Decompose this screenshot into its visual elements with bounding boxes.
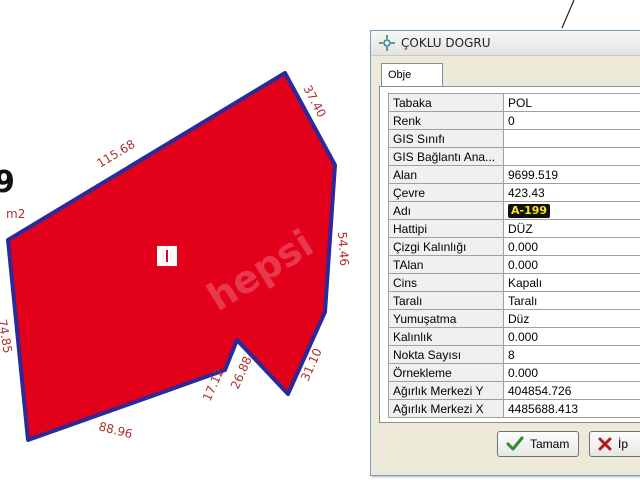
property-value[interactable] <box>503 147 640 166</box>
dialog-button-bar: Tamam İp <box>371 427 640 467</box>
dimension-54-46: 54.46 <box>335 231 351 266</box>
property-value[interactable]: 8 <box>503 345 640 364</box>
property-row[interactable]: Örnekleme 0.000 <box>388 363 640 382</box>
area-label-partial: 9 <box>0 165 15 200</box>
property-value[interactable]: Taralı <box>503 291 640 310</box>
property-key: GIS Sınıfı <box>388 129 504 148</box>
property-value[interactable]: 9699.519 <box>503 165 640 184</box>
property-key: Kalınlık <box>388 327 504 346</box>
dialog-title: ÇOKLU DOGRU <box>401 36 491 50</box>
property-row[interactable]: GIS Sınıfı <box>388 129 640 148</box>
property-value[interactable]: POL <box>503 93 640 112</box>
property-value[interactable]: DÜZ <box>503 219 640 238</box>
property-row[interactable]: Cins Kapalı <box>388 273 640 292</box>
property-key: Ağırlık Merkezi Y <box>388 381 504 400</box>
property-key: GIS Bağlantı Ana... <box>388 147 504 166</box>
polyline-tool-icon <box>379 35 395 51</box>
property-value[interactable]: Düz <box>503 309 640 328</box>
property-row[interactable]: Kalınlık 0.000 <box>388 327 640 346</box>
property-key: Alan <box>388 165 504 184</box>
property-row[interactable]: TAlan 0.000 <box>388 255 640 274</box>
property-row[interactable]: Tabaka POL <box>388 93 640 112</box>
tab-object-properties[interactable]: Obje Özellikleri <box>381 63 443 103</box>
property-row[interactable]: Hattipi DÜZ <box>388 219 640 238</box>
cancel-button-label: İp <box>618 437 629 451</box>
property-value[interactable]: 423.43 <box>503 183 640 202</box>
ok-button[interactable]: Tamam <box>497 431 579 457</box>
property-key: TAlan <box>388 255 504 274</box>
property-key: Yumuşatma <box>388 309 504 328</box>
property-row[interactable]: Ağırlık Merkezi Y 404854.726 <box>388 381 640 400</box>
close-x-icon <box>598 437 612 451</box>
property-value[interactable]: 0.000 <box>503 237 640 256</box>
property-value[interactable]: 4485688.413 <box>503 399 640 418</box>
property-value[interactable]: 404854.726 <box>503 381 640 400</box>
property-key: Cins <box>388 273 504 292</box>
property-value[interactable]: 0.000 <box>503 255 640 274</box>
property-key: Renk <box>388 111 504 130</box>
stray-line <box>561 0 575 29</box>
property-value[interactable]: 0.000 <box>503 363 640 382</box>
property-value[interactable] <box>503 129 640 148</box>
property-row[interactable]: Nokta Sayısı 8 <box>388 345 640 364</box>
parcel-name-badge: A-199 <box>508 204 551 218</box>
properties-panel: Tabaka POL Renk 0 GIS Sınıfı GIS Bağlantı Ana… <box>379 86 640 423</box>
ok-button-label: Tamam <box>530 437 570 451</box>
property-key: Adı <box>388 201 504 220</box>
property-value[interactable]: 0.000 <box>503 327 640 346</box>
property-row[interactable]: Adı A-199 <box>388 201 640 220</box>
multi-line-properties-dialog[interactable]: ÇOKLU DOGRU Obje Özellikleri TabakaPOLRe… <box>370 30 640 476</box>
property-key: Tabaka <box>388 93 504 112</box>
dimension-74-85: 74.85 <box>0 318 15 354</box>
property-key: Nokta Sayısı <box>388 345 504 364</box>
property-value[interactable]: 0 <box>503 111 640 130</box>
dimension-26-88: 26.88 <box>228 354 255 391</box>
property-value[interactable]: Kapalı <box>503 273 640 292</box>
property-key: Taralı <box>388 291 504 310</box>
property-row[interactable]: Renk 0 <box>388 111 640 130</box>
property-row[interactable]: Çevre 423.43 <box>388 183 640 202</box>
property-row[interactable]: GIS Bağlantı Ana... <box>388 147 640 166</box>
property-key: Hattipi <box>388 219 504 238</box>
properties-grid: Tabaka POL Renk 0 GIS Sınıfı GIS Bağlantı Ana… <box>388 93 640 418</box>
dimension-88-96: 88.96 <box>97 419 134 441</box>
property-row[interactable]: Yumuşatma Düz <box>388 309 640 328</box>
property-row[interactable]: Taralı Taralı <box>388 291 640 310</box>
property-row[interactable]: Alan 9699.519 <box>388 165 640 184</box>
property-key: Çizgi Kalınlığı <box>388 237 504 256</box>
dialog-titlebar[interactable]: ÇOKLU DOGRU <box>371 31 640 56</box>
property-value[interactable]: A-199 <box>503 201 640 220</box>
property-row[interactable]: Çizgi Kalınlığı 0.000 <box>388 237 640 256</box>
property-key: Çevre <box>388 183 504 202</box>
checkmark-icon <box>506 436 524 451</box>
property-key: Ağırlık Merkezi X <box>388 399 504 418</box>
cancel-button[interactable]: İp <box>589 431 640 457</box>
property-key: Örnekleme <box>388 363 504 382</box>
property-row[interactable]: Ağırlık Merkezi X 4485688.413 <box>388 399 640 418</box>
area-unit: m2 <box>6 207 25 221</box>
